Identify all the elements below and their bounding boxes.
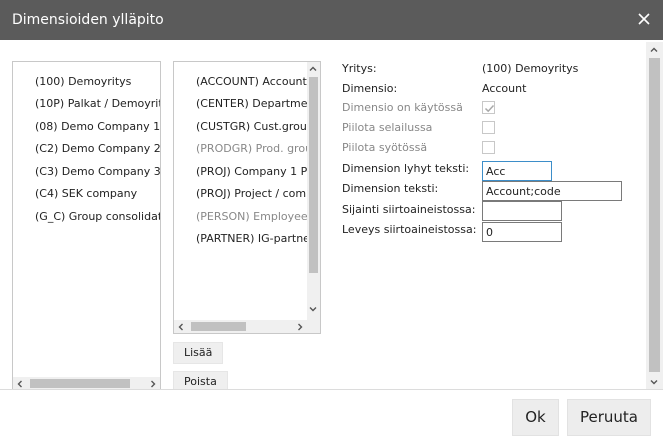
dimension-list-item[interactable]: (ACCOUNT) Account: [196, 75, 307, 88]
dimension-list-item[interactable]: (PRODGR) Prod. group: [196, 142, 319, 155]
dialog-footer: Ok Peruuta: [0, 389, 663, 439]
dimension-list-item[interactable]: (PROJ) Project / compa: [196, 187, 320, 200]
short-text-input[interactable]: [482, 161, 552, 181]
company-list-item[interactable]: (G_C) Group consolidation: [35, 210, 160, 223]
add-dimension-button[interactable]: Lisää: [173, 342, 224, 364]
company-label: Yritys:: [342, 62, 377, 75]
dimension-list-item[interactable]: (PARTNER) IG-partner: [196, 232, 314, 245]
dimension-list-item[interactable]: (PERSON) Employee: [196, 210, 308, 223]
in-use-checkbox[interactable]: [482, 101, 495, 114]
hide-browse-label: Piilota selailussa: [342, 121, 433, 134]
dimension-list-hscrollbar[interactable]: [174, 320, 320, 333]
arrow-right-icon[interactable]: [294, 321, 306, 333]
close-icon[interactable]: [635, 10, 653, 28]
dialog-vscroll-thumb[interactable]: [649, 58, 660, 372]
company-list[interactable]: (100) Demoyritys (10P) Palkat / Demoyrit…: [12, 61, 161, 390]
position-label: Sijainti siirtoaineistossa:: [342, 203, 476, 216]
hide-browse-checkbox[interactable]: [482, 121, 495, 134]
dialog-titlebar: Dimensioiden ylläpito: [0, 0, 663, 40]
arrow-down-icon[interactable]: [307, 303, 319, 315]
dimension-list-item[interactable]: (PROJ) Company 1 Pro: [196, 165, 318, 178]
text-input[interactable]: [482, 181, 622, 201]
dimension-value: Account: [482, 82, 527, 95]
in-use-label: Dimensio on käytössä: [342, 101, 463, 114]
cancel-button[interactable]: Peruuta: [567, 399, 651, 436]
company-list-item[interactable]: (08) Demo Company 1: [35, 120, 160, 133]
company-list-hscroll-thumb[interactable]: [30, 379, 130, 388]
dialog-vscrollbar[interactable]: [646, 42, 663, 392]
dimension-label: Dimensio:: [342, 82, 398, 95]
company-list-item[interactable]: (100) Demoyritys: [35, 75, 131, 88]
hide-input-checkbox[interactable]: [482, 141, 495, 154]
dimension-list-vscroll-thumb[interactable]: [309, 77, 318, 273]
dimension-list-item[interactable]: (CENTER) Department: [196, 97, 319, 110]
company-list-item[interactable]: (C3) Demo Company 3: [35, 165, 160, 178]
arrow-up-icon[interactable]: [648, 44, 660, 56]
checkmark-icon: [484, 104, 495, 113]
hide-input-label: Piilota syötössä: [342, 141, 428, 154]
dialog-title: Dimensioiden ylläpito: [12, 12, 164, 28]
arrow-left-icon[interactable]: [175, 321, 187, 333]
company-value: (100) Demoyritys: [482, 62, 579, 75]
ok-button[interactable]: Ok: [512, 399, 559, 436]
arrow-down-icon[interactable]: [648, 376, 660, 388]
width-label: Leveys siirtoaineistossa:: [342, 223, 477, 236]
company-list-item[interactable]: (C4) SEK company: [35, 187, 137, 200]
text-label: Dimension teksti:: [342, 182, 439, 195]
company-list-item[interactable]: (C2) Demo Company 2: [35, 142, 160, 155]
dimension-list-item[interactable]: (CUSTGR) Cust.group: [196, 120, 314, 133]
dimension-list[interactable]: (ACCOUNT) Account (CENTER) Department (C…: [173, 61, 321, 334]
short-text-label: Dimension lyhyt teksti:: [342, 162, 470, 175]
company-list-item[interactable]: (10P) Palkat / Demoyritys: [35, 97, 160, 110]
dimension-list-vscrollbar[interactable]: [307, 62, 320, 320]
position-input[interactable]: [482, 201, 562, 221]
arrow-up-icon[interactable]: [307, 63, 319, 75]
width-input[interactable]: [482, 222, 562, 242]
dimension-list-hscroll-thumb[interactable]: [191, 322, 246, 331]
